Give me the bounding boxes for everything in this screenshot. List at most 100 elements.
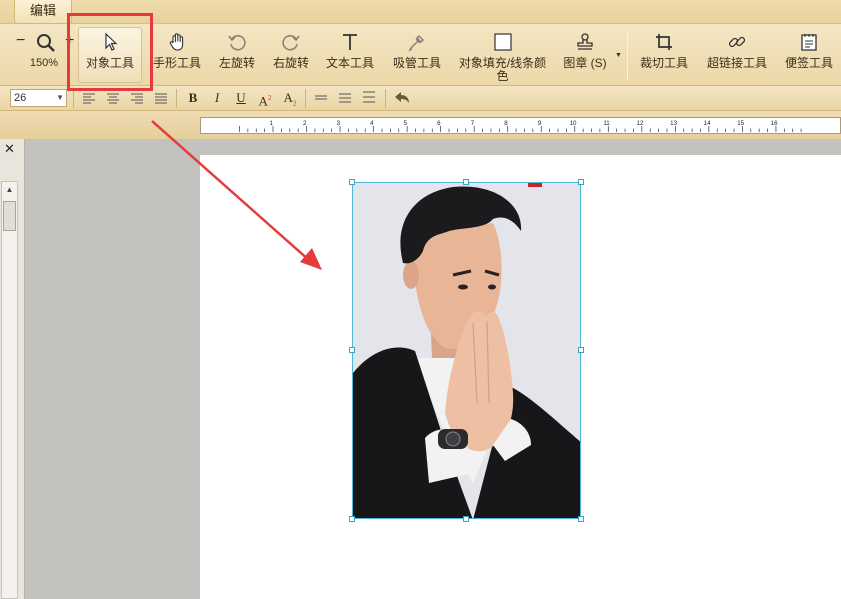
ruler-label: 6 (437, 120, 441, 127)
scroll-up-icon[interactable]: ▲ (2, 182, 17, 198)
format-toolbar: 26 ▼ B I U A2 A2 (0, 86, 841, 111)
hand-tool-button[interactable]: 手形工具 (148, 24, 206, 86)
italic-button[interactable]: I (209, 90, 225, 106)
rotate-right-button[interactable]: 右旋转 (266, 24, 316, 86)
superscript-letter: A (258, 93, 268, 109)
rotate-left-icon (228, 35, 246, 51)
format-divider (305, 89, 306, 108)
align-center-icon[interactable] (105, 90, 121, 106)
text-tool-button[interactable]: 文本工具 (322, 24, 378, 86)
magnifier-icon[interactable] (35, 32, 57, 54)
resize-handle-w[interactable] (349, 347, 355, 353)
resize-handle-nw[interactable] (349, 179, 355, 185)
ruler-label: 2 (303, 120, 307, 127)
stamp-tool-label: 图章 (S) (563, 56, 607, 70)
format-divider (176, 89, 177, 108)
zoom-group: − + 150% (10, 24, 78, 86)
line-spacing-2-icon[interactable] (337, 90, 353, 106)
ruler-label: 16 (771, 120, 778, 127)
rotate-left-button[interactable]: 左旋转 (212, 24, 262, 86)
resize-handle-s[interactable] (463, 516, 469, 522)
rotate-right-label: 右旋转 (272, 56, 309, 70)
text-tool-label: 文本工具 (325, 56, 374, 70)
tab-edit[interactable]: 编辑 (14, 0, 72, 24)
eyedropper-tool-button[interactable]: 吸管工具 (388, 24, 446, 86)
crop-icon (656, 34, 672, 50)
ruler-label: 8 (504, 120, 508, 127)
ruler-label: 11 (603, 120, 610, 127)
zoom-in-button[interactable]: + (65, 32, 74, 50)
line-spacing-3-icon[interactable] (361, 90, 377, 106)
crop-tool-button[interactable]: 裁切工具 (636, 24, 692, 86)
ruler-label: 5 (404, 120, 408, 127)
zoom-out-button[interactable]: − (16, 32, 25, 50)
hyperlink-tool-button[interactable]: 超链接工具 (704, 24, 770, 86)
horizontal-ruler: 1 2 3 4 5 6 7 8 9 10 11 12 13 14 15 16 (200, 117, 841, 134)
superscript-button[interactable]: A2 (257, 90, 273, 109)
ruler-label: 3 (337, 120, 341, 127)
format-divider (73, 89, 74, 108)
ruler-label: 4 (370, 120, 374, 127)
tab-strip: 编辑 (0, 0, 841, 24)
hand-icon (169, 33, 184, 51)
stamp-icon (577, 33, 593, 50)
resize-handle-ne[interactable] (578, 179, 584, 185)
resize-handle-se[interactable] (578, 516, 584, 522)
resize-handle-sw[interactable] (349, 516, 355, 522)
align-justify-icon[interactable] (153, 90, 169, 106)
resize-handle-n[interactable] (463, 179, 469, 185)
rotate-left-label: 左旋转 (218, 56, 255, 70)
align-left-icon[interactable] (81, 90, 97, 106)
fill-square-icon (493, 33, 512, 51)
fill-color-label: 对象填充/线条颜色 (458, 56, 547, 83)
side-panel: ✕ ▲ (0, 139, 25, 599)
resize-handle-e[interactable] (578, 347, 584, 353)
stamp-tool-button[interactable]: 图章 (S) (560, 24, 610, 86)
zoom-level: 150% (29, 57, 59, 69)
eyedropper-tool-label: 吸管工具 (392, 56, 441, 70)
hand-tool-label: 手形工具 (152, 56, 201, 70)
object-tool-label: 对象工具 (85, 56, 134, 70)
ruler-label: 12 (637, 120, 644, 127)
ruler-label: 15 (737, 120, 744, 127)
scroll-thumb[interactable] (3, 201, 16, 231)
ruler-label: 13 (670, 120, 677, 127)
line-spacing-1-icon[interactable] (313, 90, 329, 106)
ruler-label: 1 (270, 120, 274, 127)
underline-button[interactable]: U (233, 90, 249, 106)
font-size-select[interactable]: 26 ▼ (10, 89, 67, 107)
undo-arrow-icon[interactable] (392, 90, 412, 106)
fill-color-button[interactable]: 对象填充/线条颜色 (455, 24, 550, 86)
ruler-label: 9 (538, 120, 542, 127)
eyedropper-icon (408, 34, 425, 52)
sticky-note-tool-button[interactable]: 便签工具 (780, 24, 838, 86)
sticky-note-icon (801, 34, 817, 51)
format-divider (385, 89, 386, 108)
portrait-photo (353, 183, 580, 518)
align-right-icon[interactable] (129, 90, 145, 106)
object-tool[interactable]: 对象工具 (78, 24, 142, 86)
hyperlink-tool-label: 超链接工具 (706, 56, 767, 70)
close-icon[interactable]: ✕ (4, 141, 15, 157)
text-t-icon (343, 34, 357, 50)
ruler-label: 7 (471, 120, 475, 127)
subscript-button[interactable]: A2 (282, 90, 298, 108)
ruler-label: 10 (570, 120, 577, 127)
link-chain-icon (728, 36, 746, 48)
subscript-letter: A (283, 90, 293, 105)
ruler-label: 14 (704, 120, 711, 127)
vertical-scrollbar[interactable]: ▲ (1, 181, 18, 599)
stamp-dropdown-icon[interactable]: ▼ (615, 52, 622, 59)
cursor-arrow-icon (105, 32, 118, 51)
chevron-down-icon[interactable]: ▼ (56, 90, 64, 106)
selected-image[interactable] (352, 182, 581, 519)
app-window: 编辑 − + 150% 对象工具 手形工具 左旋转 右旋转 文本工具 吸管工具 … (0, 0, 841, 599)
ribbon-divider (627, 30, 628, 80)
crop-tool-label: 裁切工具 (639, 56, 688, 70)
rotate-right-icon (282, 35, 300, 51)
superscript-mark: 2 (267, 94, 272, 102)
sticky-note-tool-label: 便签工具 (784, 56, 833, 70)
font-size-value: 26 (14, 92, 27, 104)
ribbon-toolbar: − + 150% 对象工具 手形工具 左旋转 右旋转 文本工具 吸管工具 对象填… (0, 24, 841, 86)
bold-button[interactable]: B (185, 90, 201, 106)
